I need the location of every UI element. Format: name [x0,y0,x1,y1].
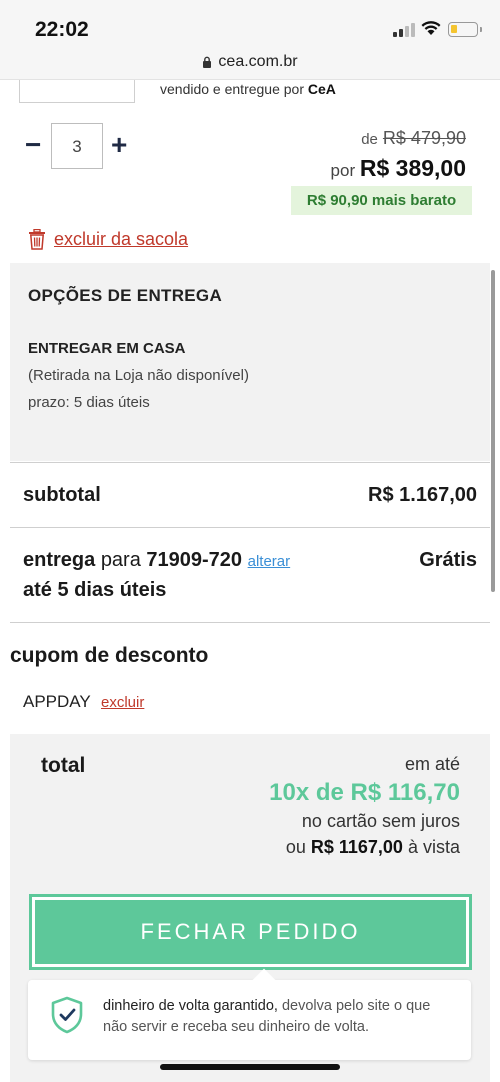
plus-icon[interactable]: + [111,131,127,159]
scrollbar[interactable] [491,270,495,592]
old-price-prefix: de [361,131,378,148]
guarantee-text: dinheiro de volta garantido, devolva pel… [103,996,453,1038]
old-price-value: R$ 479,90 [382,128,466,148]
seller-name: CeA [307,81,336,97]
minus-icon[interactable]: − [25,131,41,159]
lock-icon [203,56,212,68]
quantity-input[interactable]: 3 [51,123,103,169]
cash-price: ou R$ 1167,00 à vista [286,837,460,858]
shield-check-icon [51,996,83,1034]
delivery-option[interactable]: ENTREGAR EM CASA [28,340,186,357]
status-bar: 22:02 [0,0,500,50]
cash-suffix: à vista [407,837,460,857]
guarantee-strong: dinheiro de volta garantido, [103,998,278,1014]
battery-tip [480,27,482,32]
url-text: cea.com.br [218,53,298,70]
product-image-frame [19,80,135,103]
guarantee-caret [252,968,276,992]
divider [10,527,490,528]
new-price-prefix: por [330,161,356,180]
battery-icon [448,22,478,37]
sold-by: vendido e entregue por CeA [160,81,336,97]
shipping-value: Grátis [419,549,477,571]
divider [10,462,490,463]
cash-prefix: ou [285,837,306,857]
installment-value: 10x de R$ 116,70 [269,779,460,806]
remove-from-bag-link[interactable]: excluir da sacola [28,229,188,250]
wifi-icon [421,21,441,35]
shipping-line: entrega para 71909-720 alterar [23,549,290,572]
subtotal-label: subtotal [23,484,101,506]
shipping-zip: 71909-720 [146,549,243,571]
installment-prefix: em até [404,754,460,774]
guarantee-card: dinheiro de volta garantido, devolva pel… [28,968,471,1060]
saving-badge: R$ 90,90 mais barato [291,186,472,215]
delivery-title: OPÇÕES DE ENTREGA [28,286,223,305]
status-time: 22:02 [35,18,89,41]
signal-icon [393,22,415,37]
trash-icon [29,229,45,250]
home-indicator[interactable] [160,1064,340,1070]
old-price: de R$ 479,90 [361,128,466,149]
shipping-to: para [100,549,141,571]
total-panel: total em até 10x de R$ 116,70 no cartão … [10,734,490,1082]
change-zip-link[interactable]: alterar [248,553,291,570]
shipping-label: entrega [23,549,96,571]
coupon-code: APPDAY [23,692,91,711]
divider [10,622,490,623]
delivery-term: prazo: 5 dias úteis [28,394,150,411]
coupon-title: cupom de desconto [10,644,209,667]
shipping-eta: até 5 dias úteis [23,579,167,601]
remove-coupon-link[interactable]: excluir [101,694,144,711]
checkout-button[interactable]: FECHAR PEDIDO [29,894,472,970]
address-bar[interactable]: cea.com.br [0,50,500,80]
new-price-value: R$ 389,00 [359,155,466,181]
total-label: total [41,754,86,777]
installment-note: no cartão sem juros [301,811,460,831]
delivery-note: (Retirada na Loja não disponível) [28,367,249,384]
delivery-options-panel: OPÇÕES DE ENTREGA ENTREGAR EM CASA (Reti… [10,263,490,461]
cash-value: R$ 1167,00 [310,837,403,857]
new-price: por R$ 389,00 [331,155,466,182]
sold-by-prefix: vendido e entregue por [160,81,304,97]
subtotal-value: R$ 1.167,00 [368,484,477,506]
remove-from-bag-label: excluir da sacola [54,229,189,249]
